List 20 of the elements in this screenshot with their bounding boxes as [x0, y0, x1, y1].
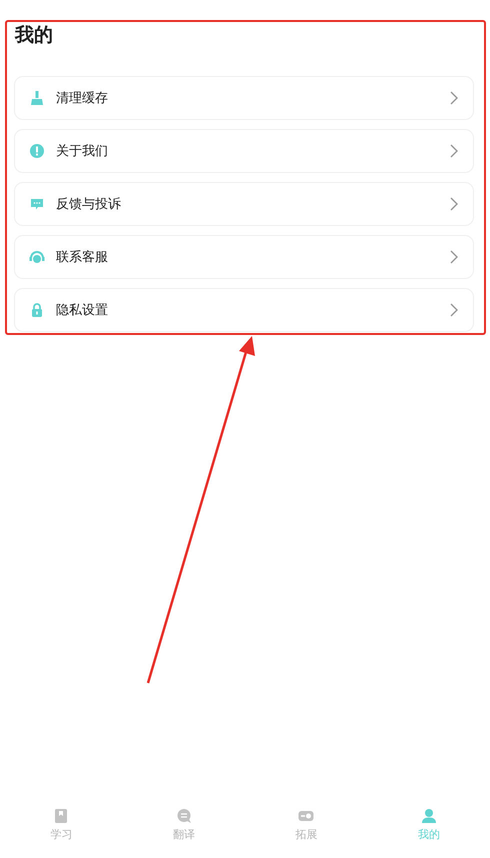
chevron-right-icon — [449, 303, 459, 317]
menu-item[interactable]: 反馈与投诉 — [14, 182, 474, 226]
book-icon — [53, 808, 70, 824]
person-icon — [420, 808, 437, 824]
chat-icon — [29, 196, 45, 212]
chevron-right-icon — [449, 91, 459, 105]
speech-bubble-icon — [176, 808, 192, 824]
menu-item[interactable]: 清理缓存 — [14, 76, 474, 120]
lock-icon — [29, 302, 45, 318]
menu-item[interactable]: 隐私设置 — [14, 288, 474, 332]
toggle-icon — [298, 808, 314, 824]
menu-item[interactable]: 关于我们 — [14, 129, 474, 173]
page-title: 我的 — [15, 23, 54, 48]
chevron-right-icon — [449, 250, 459, 264]
info-icon — [29, 143, 45, 159]
broom-icon — [29, 90, 45, 106]
headset-icon — [29, 249, 45, 265]
chevron-right-icon — [449, 144, 459, 158]
chevron-right-icon — [449, 197, 459, 211]
menu-item[interactable]: 联系客服 — [14, 235, 474, 279]
